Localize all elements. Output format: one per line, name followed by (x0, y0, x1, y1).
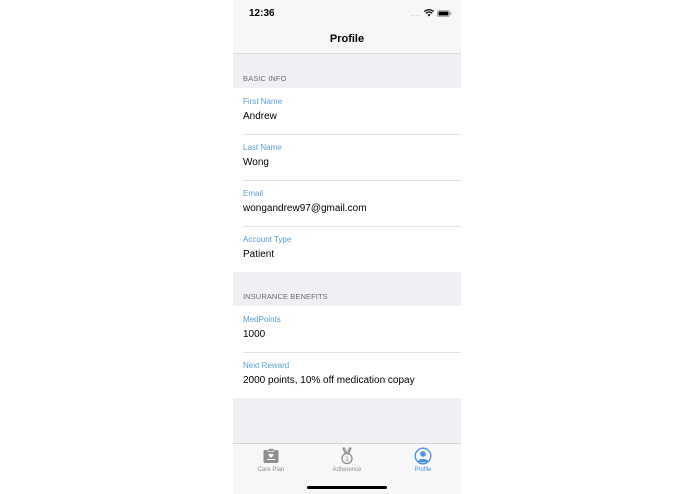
phone-screen: 12:36 .... Profile BASIC INFO First Name… (233, 0, 461, 494)
medpoints-row[interactable]: MedPoints 1000 (233, 306, 461, 352)
profile-icon (414, 447, 432, 465)
section-header-insurance-benefits: INSURANCE BENEFITS (233, 272, 461, 306)
account-type-value: Patient (243, 249, 275, 260)
page-title: Profile (329, 33, 365, 45)
insurance-benefits-group: MedPoints 1000 Next Reward 2000 points, … (233, 306, 461, 398)
first-name-value: Andrew (243, 111, 277, 122)
tab-profile[interactable]: Profile (385, 447, 461, 479)
last-name-value: Wong (243, 157, 269, 168)
navigation-bar: Profile (233, 26, 461, 54)
next-reward-label: Next Reward (243, 361, 290, 370)
tab-label: Care Plan (257, 467, 285, 473)
signal-icon: .... (411, 12, 420, 18)
wifi-icon (424, 9, 434, 17)
section-header-label: INSURANCE BENEFITS (243, 292, 328, 301)
tab-adherence[interactable]: 1 Adherence (309, 447, 385, 479)
tab-care-plan[interactable]: Care Plan (233, 447, 309, 479)
account-type-row[interactable]: Account Type Patient (233, 226, 461, 272)
clipboard-icon (263, 448, 279, 463)
medal-icon: 1 (341, 447, 353, 465)
medpoints-value: 1000 (243, 329, 266, 340)
email-value: wongandrew97@gmail.com (243, 203, 367, 214)
account-type-label: Account Type (243, 235, 292, 244)
home-indicator[interactable] (307, 486, 387, 489)
medpoints-label: MedPoints (243, 315, 281, 324)
next-reward-value: 2000 points, 10% off medication copay (243, 375, 415, 386)
tab-label: Profile (414, 467, 432, 473)
basic-info-group: First Name Andrew Last Name Wong Email w… (233, 88, 461, 272)
status-time: 12:36 (249, 8, 275, 19)
first-name-label: First Name (243, 97, 283, 106)
email-row[interactable]: Email wongandrew97@gmail.com (233, 180, 461, 226)
tab-label: Adherence (332, 467, 362, 473)
last-name-row[interactable]: Last Name Wong (233, 134, 461, 180)
svg-text:1: 1 (345, 456, 349, 463)
section-header-basic-info: BASIC INFO (233, 54, 461, 88)
last-name-label: Last Name (243, 143, 282, 152)
next-reward-row[interactable]: Next Reward 2000 points, 10% off medicat… (233, 352, 461, 398)
email-label: Email (243, 189, 264, 198)
battery-icon (437, 10, 452, 17)
status-bar: 12:36 .... (233, 0, 461, 26)
section-header-label: BASIC INFO (243, 74, 287, 83)
first-name-row[interactable]: First Name Andrew (233, 88, 461, 134)
